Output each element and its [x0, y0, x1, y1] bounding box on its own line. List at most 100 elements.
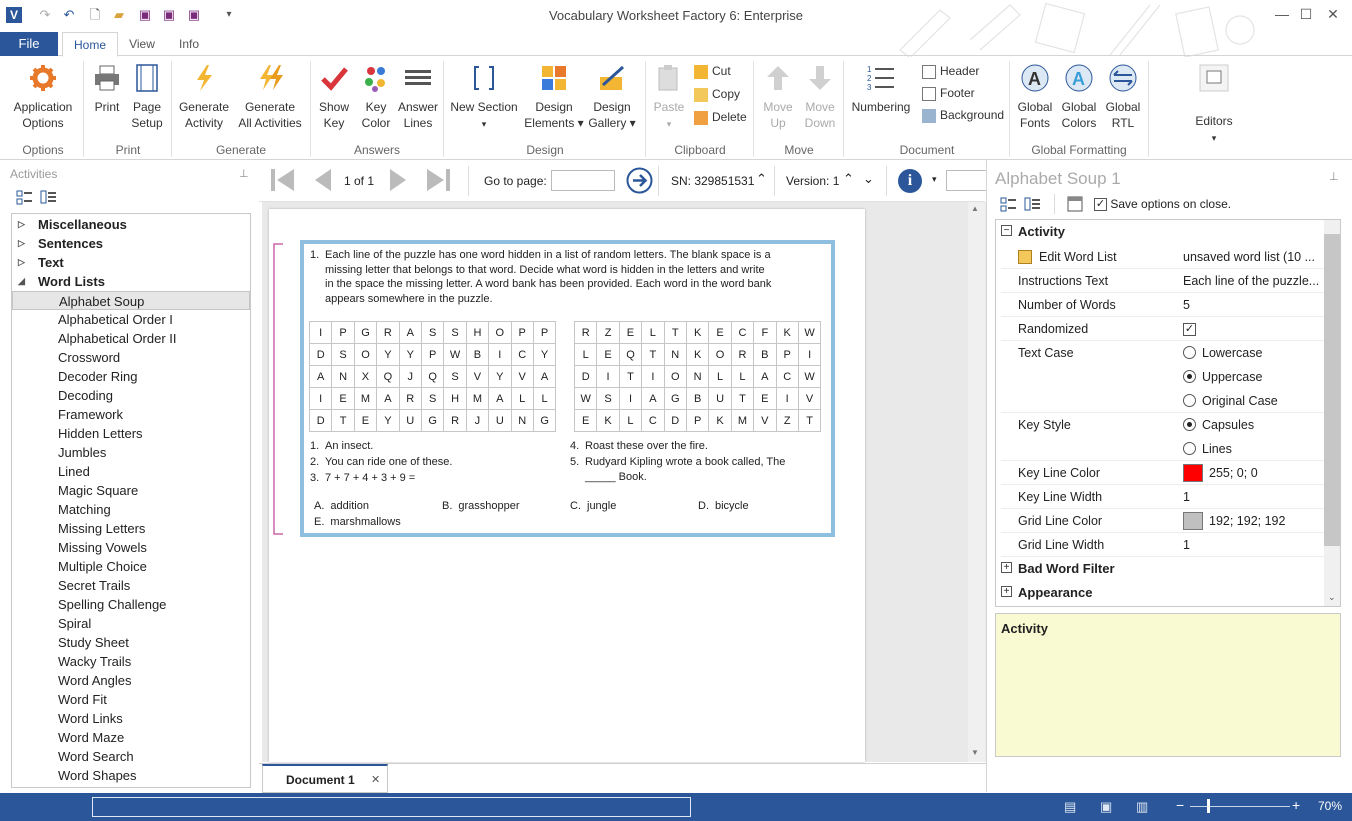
tab-view[interactable]: View [120, 32, 164, 57]
zoom-in-icon[interactable]: + [1292, 797, 1300, 813]
version-down-icon[interactable]: ⌄ [863, 171, 874, 187]
tree-item[interactable]: Missing Letters [12, 519, 250, 538]
copy-button[interactable]: Copy [694, 84, 740, 104]
info-icon[interactable]: i [898, 169, 922, 193]
go-to-page-input[interactable] [551, 170, 615, 191]
tree-item[interactable]: Multiple Choice [12, 557, 250, 576]
tree-category[interactable]: ▷ Miscellaneous [12, 215, 250, 234]
prop-number-of-words[interactable]: Number of Words 5 [1001, 293, 1324, 317]
collapse-arrow-icon[interactable]: ◢ [18, 272, 25, 291]
tree-item[interactable]: Lined [12, 462, 250, 481]
alphabetical-view-icon[interactable] [1024, 196, 1040, 212]
scroll-down-icon[interactable]: ▼ [971, 748, 979, 757]
expand-icon[interactable]: + [1001, 562, 1012, 573]
grid-line-color-swatch[interactable] [1183, 512, 1203, 530]
new-section-button[interactable]: New Section ▾ [448, 63, 520, 132]
tree-item[interactable]: Word Search [12, 747, 250, 766]
tree-item[interactable]: Secret Trails [12, 576, 250, 595]
tree-item[interactable]: Missing Vowels [12, 538, 250, 557]
collapse-all-icon[interactable] [40, 189, 56, 205]
section-bracket[interactable] [271, 243, 285, 535]
categorized-view-icon[interactable] [1000, 196, 1016, 212]
tree-item[interactable]: Alphabetical Order II [12, 329, 250, 348]
tree-item[interactable]: Matching [12, 500, 250, 519]
prop-key-line-color[interactable]: Key Line Color 255; 0; 0 [1001, 461, 1324, 485]
global-fonts-button[interactable]: A Global Fonts [1014, 63, 1056, 131]
go-arrow-icon[interactable] [626, 167, 653, 197]
vertical-scrollbar[interactable]: ▲ ▼ [968, 202, 985, 762]
text-case-uppercase-radio[interactable]: Uppercase [1183, 365, 1262, 389]
tree-item[interactable]: Word Links [12, 709, 250, 728]
scroll-up-icon[interactable]: ▲ [971, 204, 979, 213]
prop-edit-word-list[interactable]: Edit Word List unsaved word list (10 ... [1001, 245, 1324, 269]
move-up-button[interactable]: Move Up [758, 63, 798, 131]
section-appearance[interactable]: Appearance [1018, 585, 1092, 600]
tree-item[interactable]: Word Maze [12, 728, 250, 747]
last-page-icon[interactable] [426, 168, 452, 195]
tree-item[interactable]: Alphabetical Order I [12, 310, 250, 329]
key-style-capsules-radio[interactable]: Capsules [1183, 413, 1254, 437]
print-layout-icon[interactable]: ▣ [1100, 799, 1112, 815]
tree-item[interactable]: Word Shapes [12, 766, 250, 785]
close-icon[interactable]: ✕ [1321, 6, 1345, 26]
next-page-icon[interactable] [389, 168, 407, 195]
generate-activity-button[interactable]: Generate Activity [176, 63, 232, 131]
property-pages-icon[interactable] [1067, 196, 1083, 212]
text-case-original-radio[interactable]: Original Case [1183, 389, 1278, 413]
scroll-down-icon[interactable]: ⌄ [1328, 592, 1336, 603]
close-tab-icon[interactable]: ✕ [371, 773, 380, 786]
section-bad-word-filter[interactable]: Bad Word Filter [1018, 561, 1115, 576]
sn-up-icon[interactable]: ⌃ [756, 171, 767, 187]
zoom-slider[interactable] [1190, 806, 1290, 807]
tree-item[interactable]: Word Angles [12, 671, 250, 690]
tab-info[interactable]: Info [166, 32, 212, 57]
tab-home[interactable]: Home [62, 32, 118, 57]
tree-item[interactable]: Decoding [12, 386, 250, 405]
tree-item[interactable]: Hidden Letters [12, 424, 250, 443]
numbering-button[interactable]: 123 Numbering [848, 63, 914, 115]
tree-item[interactable]: Study Sheet [12, 633, 250, 652]
expand-arrow-icon[interactable]: ▷ [18, 253, 25, 272]
tree-item[interactable]: Wacky Trails [12, 652, 250, 671]
zoom-slider-thumb[interactable] [1207, 799, 1210, 813]
footer-button[interactable]: Footer [922, 83, 975, 103]
tree-item[interactable]: Framework [12, 405, 250, 424]
paste-button[interactable]: Paste ▾ [650, 63, 688, 132]
header-button[interactable]: Header [922, 61, 979, 81]
design-elements-button[interactable]: Design Elements ▾ [524, 63, 584, 131]
global-colors-button[interactable]: A Global Colors [1058, 63, 1100, 131]
info-dropdown-icon[interactable]: ▾ [932, 174, 937, 185]
editors-button[interactable]: Editors ▾ [1184, 63, 1244, 146]
web-layout-icon[interactable]: ▥ [1136, 799, 1148, 815]
prop-grid-line-color[interactable]: Grid Line Color 192; 192; 192 [1001, 509, 1324, 533]
tree-item[interactable]: Magic Square [12, 481, 250, 500]
tree-item[interactable]: Jumbles [12, 443, 250, 462]
tree-item[interactable]: Crossword [12, 348, 250, 367]
tree-category[interactable]: ◢ Word Lists [12, 272, 250, 291]
answer-lines-button[interactable]: Answer Lines [396, 63, 440, 131]
property-grid-scrollbar[interactable]: ⌄ [1324, 220, 1340, 606]
background-button[interactable]: Background [922, 105, 1004, 125]
collapse-icon[interactable]: − [1001, 225, 1012, 236]
application-options-button[interactable]: Application Options [6, 63, 80, 131]
tree-item[interactable]: Spiral [12, 614, 250, 633]
maximize-icon[interactable]: ☐ [1294, 6, 1318, 26]
tree-item[interactable]: Word Fit [12, 690, 250, 709]
version-up-icon[interactable]: ⌃ [843, 171, 854, 187]
prop-grid-line-width[interactable]: Grid Line Width 1 [1001, 533, 1324, 557]
key-style-lines-radio[interactable]: Lines [1183, 437, 1232, 461]
key-line-color-swatch[interactable] [1183, 464, 1203, 482]
delete-button[interactable]: Delete [694, 107, 747, 127]
first-page-icon[interactable] [270, 168, 296, 195]
save-options-checkbox[interactable]: ✓ Save options on close. [1094, 197, 1231, 212]
design-gallery-button[interactable]: Design Gallery ▾ [584, 63, 640, 131]
tree-category[interactable]: ▷ Text [12, 253, 250, 272]
previous-page-icon[interactable] [314, 168, 332, 195]
prop-randomized[interactable]: Randomized ✓ [1001, 317, 1324, 341]
expand-arrow-icon[interactable]: ▷ [18, 215, 25, 234]
text-case-lowercase-radio[interactable]: Lowercase [1183, 341, 1262, 365]
page-setup-button[interactable]: Page Setup [128, 63, 166, 131]
prop-key-line-width[interactable]: Key Line Width 1 [1001, 485, 1324, 509]
page-view-icon[interactable]: ▤ [1064, 799, 1076, 815]
prop-instructions-text[interactable]: Instructions Text Each line of the puzzle… [1001, 269, 1324, 293]
